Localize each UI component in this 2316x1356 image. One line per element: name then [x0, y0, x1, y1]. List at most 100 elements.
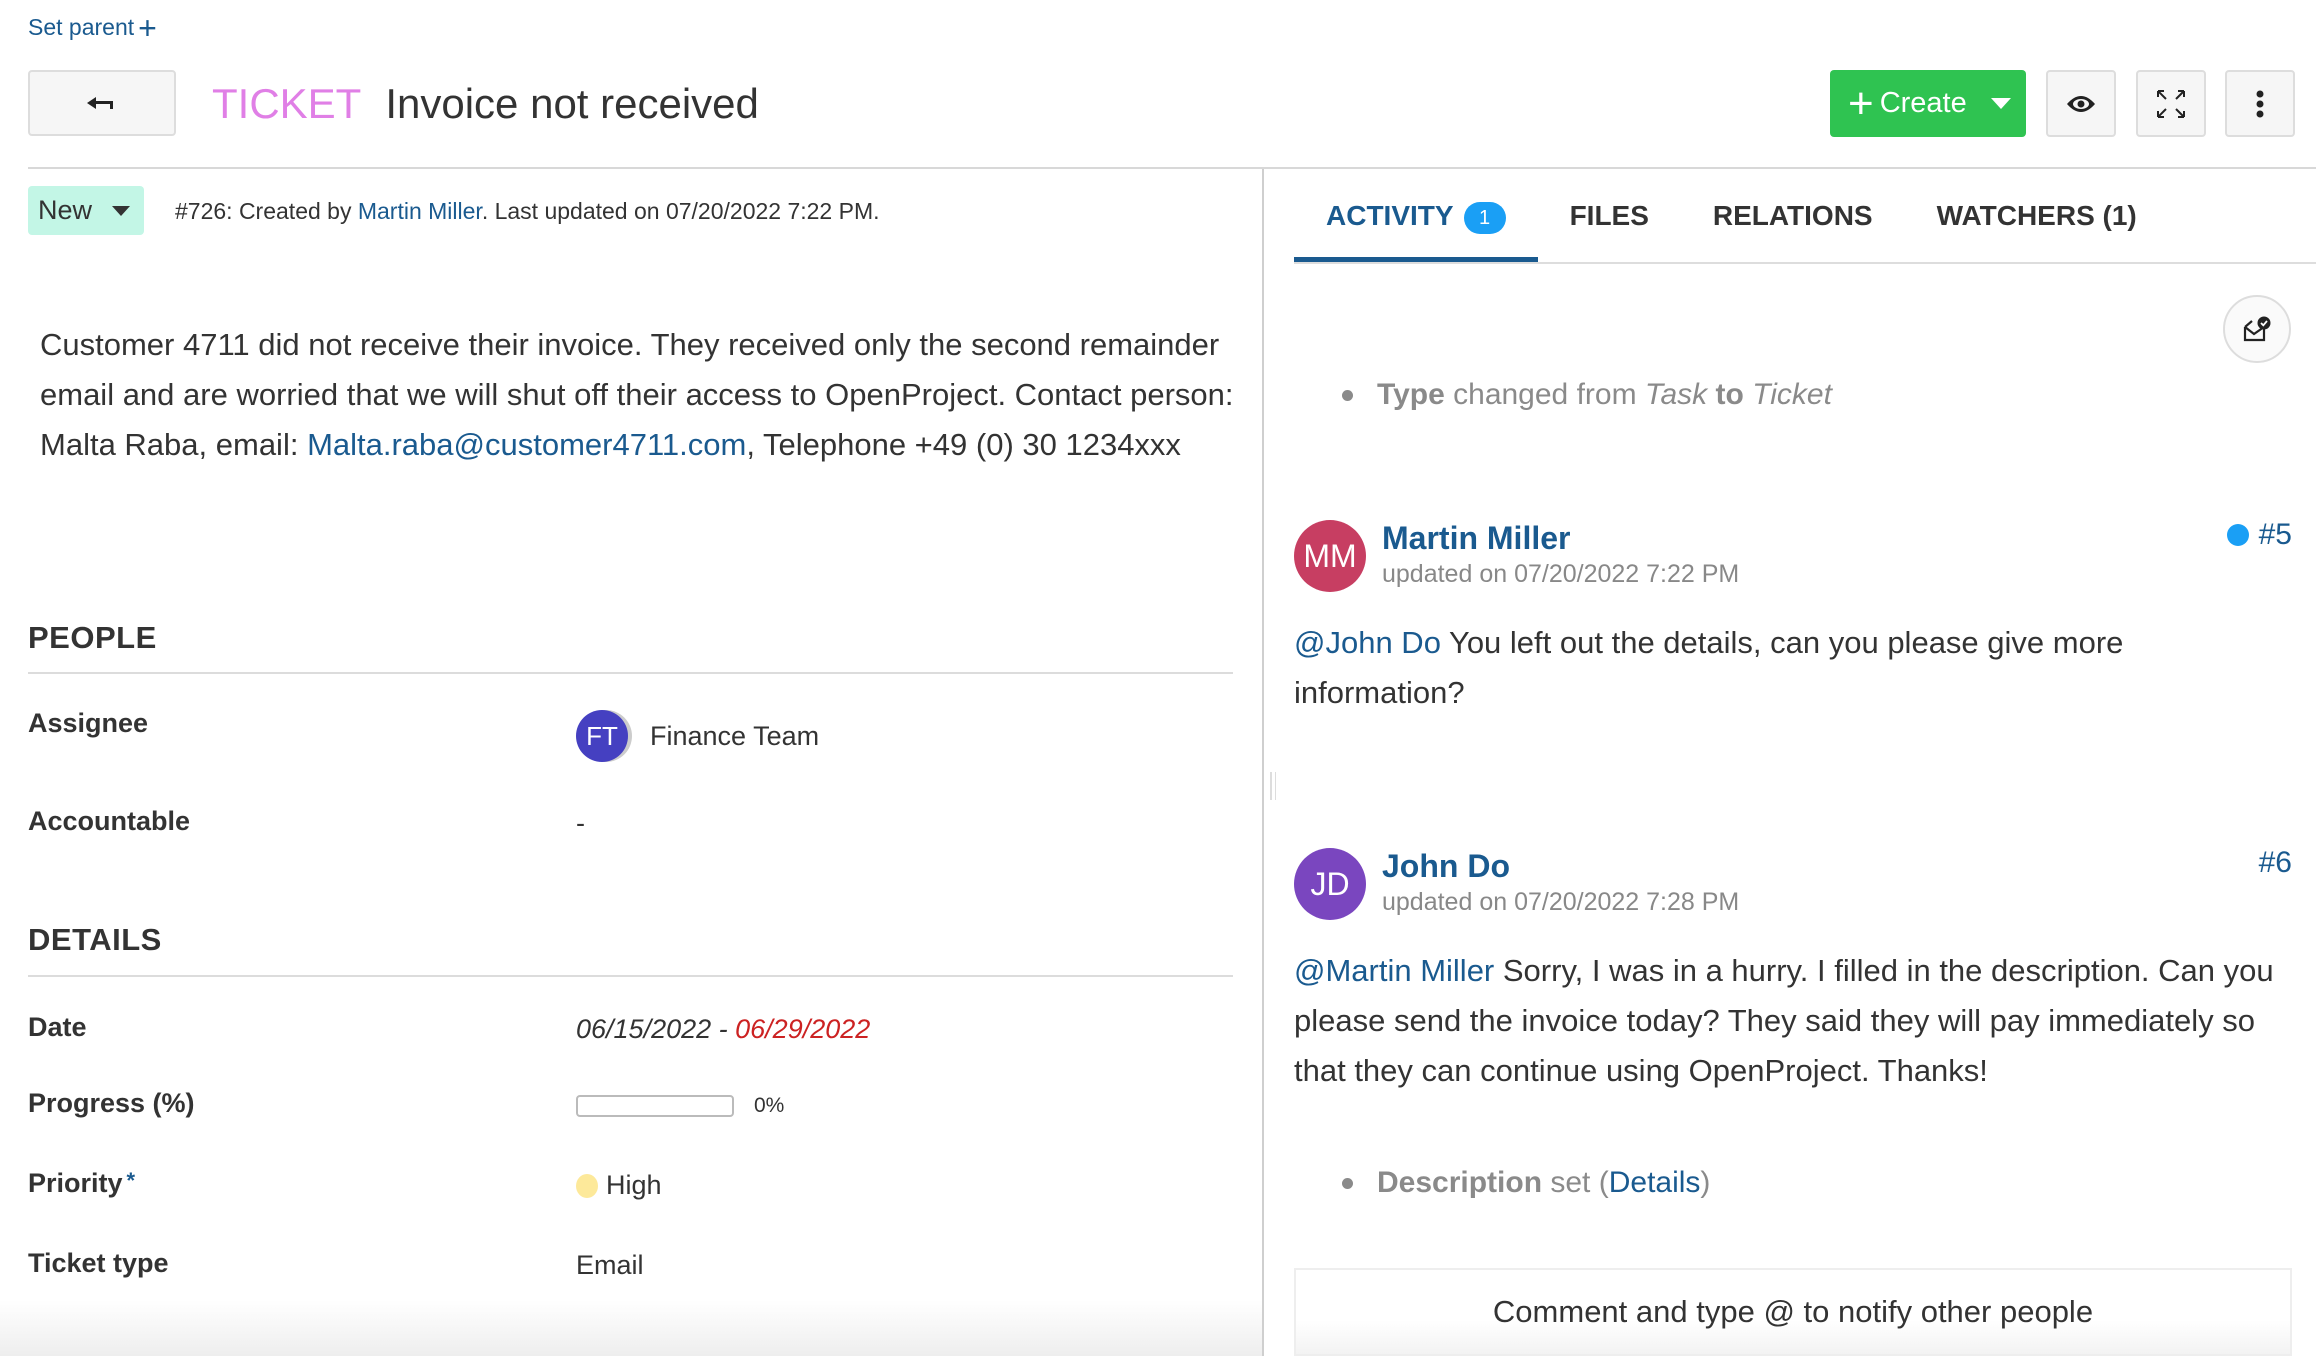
change-from: Task: [1644, 378, 1708, 411]
priority-color-icon: [576, 1173, 598, 1198]
comment-timestamp: updated on 07/20/2022 7:22 PM: [1382, 560, 1740, 588]
ticket-type-field[interactable]: Email: [576, 1250, 644, 1281]
priority-value: High: [606, 1170, 662, 1200]
required-asterisk: *: [126, 1168, 136, 1193]
avatar[interactable]: MM: [1294, 520, 1366, 592]
date-field[interactable]: 06/15/2022 - 06/29/2022: [576, 1014, 870, 1045]
accountable-value: -: [576, 808, 585, 838]
fullscreen-button[interactable]: [2136, 70, 2206, 137]
activity-description-change: Description set (Details): [1334, 1166, 1710, 1200]
accountable-field[interactable]: -: [576, 808, 585, 839]
more-button[interactable]: [2225, 70, 2295, 137]
comment-timestamp: updated on 07/20/2022 7:28 PM: [1382, 888, 1740, 916]
bottom-fade: [0, 1300, 1262, 1356]
set-parent-label: Set parent: [28, 14, 135, 40]
comment-number[interactable]: #5: [2226, 518, 2292, 552]
watch-button[interactable]: [2046, 70, 2116, 137]
status-label: New: [38, 195, 93, 225]
assignee-name: Finance Team: [650, 720, 820, 751]
create-button[interactable]: + Create: [1830, 70, 2026, 137]
comment-number-text: #5: [2258, 518, 2292, 551]
header-divider: [28, 167, 2316, 169]
mention-link[interactable]: @John Do: [1294, 625, 1441, 660]
tab-files[interactable]: FILES: [1538, 176, 1681, 262]
status-dropdown[interactable]: New: [28, 186, 144, 235]
comment-author[interactable]: Martin Miller: [1382, 520, 1570, 557]
details-divider: [28, 975, 1233, 977]
activity-type-change: Type changed from Task to Ticket: [1334, 378, 1832, 412]
change-text: set (: [1542, 1166, 1609, 1199]
avatar[interactable]: JD: [1294, 848, 1366, 920]
chevron-down-icon: [112, 205, 131, 216]
change-field: Type: [1377, 378, 1445, 411]
comment-body: @Martin Miller Sorry, I was in a hurry. …: [1294, 946, 2284, 1096]
title-row: TICKET Invoice not received: [212, 80, 759, 128]
comment-number-text: #6: [2258, 846, 2292, 879]
work-package-meta: #726: Created by Martin Miller. Last upd…: [175, 198, 880, 225]
mention-link[interactable]: @Martin Miller: [1294, 953, 1494, 988]
tab-activity[interactable]: ACTIVITY 1: [1294, 176, 1538, 262]
create-label: Create: [1879, 87, 1967, 119]
plus-icon: +: [1848, 78, 1874, 128]
change-field: Description: [1377, 1166, 1543, 1199]
comment-input[interactable]: Comment and type @ to notify other peopl…: [1294, 1268, 2292, 1356]
people-section-title: PEOPLE: [28, 620, 157, 655]
work-package-type[interactable]: TICKET: [212, 80, 361, 128]
ticket-type-label: Ticket type: [28, 1248, 169, 1278]
email-link[interactable]: Malta.raba@customer4711.com: [307, 427, 746, 462]
progress-label: Progress (%): [28, 1088, 195, 1118]
progress-text: 0%: [754, 1094, 785, 1117]
tab-label: WATCHERS (1): [1936, 200, 2137, 231]
avatar: FT: [576, 710, 628, 762]
change-to-word: to: [1707, 378, 1753, 411]
unread-indicator-icon: [2226, 524, 2249, 546]
priority-label-text: Priority: [28, 1168, 123, 1198]
date-separator: -: [711, 1014, 736, 1044]
tab-label: RELATIONS: [1712, 200, 1873, 231]
mail-check-icon: [2243, 316, 2271, 342]
date-end: 06/29/2022: [735, 1014, 871, 1044]
description[interactable]: Customer 4711 did not receive their invo…: [40, 320, 1240, 470]
tab-watchers[interactable]: WATCHERS (1): [1905, 176, 2169, 262]
change-to: Ticket: [1752, 378, 1832, 411]
activity-count-badge: 1: [1463, 202, 1506, 234]
comment-body: @John Do You left out the details, can y…: [1294, 618, 2284, 718]
comment-placeholder: Comment and type @ to notify other peopl…: [1492, 1294, 2094, 1329]
plus-icon: +: [138, 9, 157, 46]
tab-label: ACTIVITY: [1326, 200, 1454, 231]
accountable-label: Accountable: [28, 806, 191, 836]
priority-field[interactable]: High: [576, 1170, 662, 1201]
expand-icon: [2157, 89, 2185, 118]
notification-settings-button[interactable]: [2223, 295, 2291, 363]
tab-bar: ACTIVITY 1 FILES RELATIONS WATCHERS (1): [1294, 176, 2316, 264]
pane-divider: [1262, 169, 1264, 1356]
meta-suffix: . Last updated on 07/20/2022 7:22 PM.: [481, 198, 880, 224]
people-divider: [28, 672, 1233, 674]
details-link[interactable]: Details: [1609, 1166, 1701, 1200]
set-parent-link[interactable]: Set parent +: [28, 9, 157, 46]
comment-author[interactable]: John Do: [1382, 848, 1510, 885]
assignee-label: Assignee: [28, 708, 149, 738]
back-arrow-icon: [87, 97, 113, 109]
resize-handle[interactable]: [1270, 772, 1276, 800]
meta-prefix: #726: Created by: [175, 198, 358, 224]
ticket-type-value: Email: [576, 1250, 644, 1280]
progress-bar: [576, 1095, 734, 1117]
date-start: 06/15/2022: [576, 1014, 712, 1044]
eye-icon: [2067, 95, 2095, 112]
tab-relations[interactable]: RELATIONS: [1681, 176, 1905, 262]
progress-field[interactable]: 0%: [576, 1094, 784, 1118]
more-vertical-icon: [2256, 90, 2264, 117]
author-link[interactable]: Martin Miller: [358, 198, 482, 224]
back-button[interactable]: [28, 70, 176, 136]
date-label: Date: [28, 1012, 87, 1042]
tab-label: FILES: [1569, 200, 1649, 231]
comment-number[interactable]: #6: [2259, 846, 2292, 880]
bullet-icon: [1342, 389, 1353, 401]
chevron-down-icon: [1990, 98, 2011, 109]
work-package-subject[interactable]: Invoice not received: [385, 80, 759, 128]
details-section-title: DETAILS: [28, 922, 162, 957]
assignee-field[interactable]: FT Finance Team: [576, 710, 819, 762]
bullet-icon: [1342, 1177, 1353, 1189]
change-text: changed from: [1444, 378, 1645, 411]
